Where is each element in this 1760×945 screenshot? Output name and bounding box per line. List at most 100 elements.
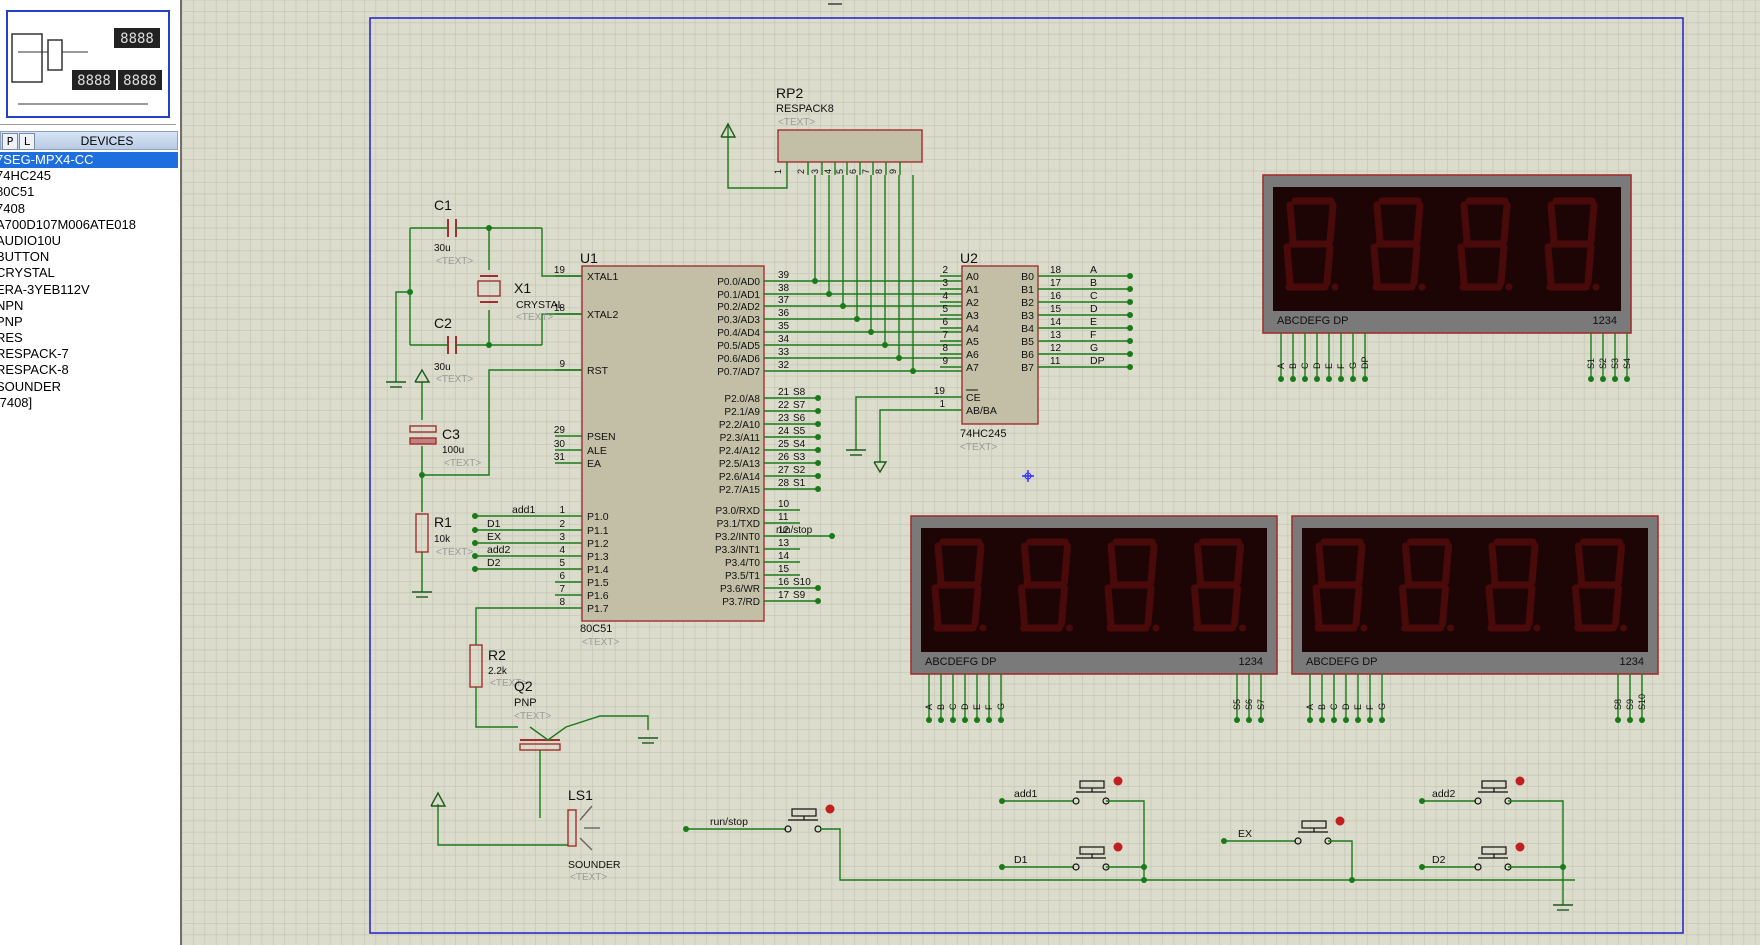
button-actuator[interactable] (1515, 776, 1525, 786)
u1-pin-name: P2.7/A15 (719, 485, 761, 496)
net-terminal (1362, 376, 1368, 382)
button-cap[interactable] (1079, 846, 1105, 855)
net-terminal (1127, 338, 1133, 344)
library-button[interactable]: L (19, 133, 35, 150)
device-list-item[interactable]: AUDIO10U (0, 233, 178, 249)
button-cap[interactable] (1481, 846, 1507, 855)
net-terminal (1234, 717, 1240, 723)
net-terminal (472, 540, 478, 546)
net-terminal (998, 717, 1004, 723)
u2-pin-number: 4 (942, 291, 948, 302)
device-list-item[interactable]: 74HC245 (0, 168, 178, 184)
u2-pin-number: 8 (942, 343, 948, 354)
q2-ref: Q2 (514, 678, 533, 694)
junction-dot (1141, 864, 1147, 870)
schematic-drawing[interactable]: RP2RESPACK8<TEXT>1 2 3 4 5 6 7 8 9U180C51<TEXT>1… (182, 0, 1760, 945)
overview-viewport[interactable]: 8888 8888 8888 (6, 10, 170, 118)
u2-pin-number: 7 (942, 330, 948, 341)
u1-pin-name: RST (587, 365, 609, 377)
net-terminal (1331, 717, 1337, 723)
device-list-item[interactable]: CRYSTAL (0, 265, 178, 281)
rp2-body[interactable] (777, 129, 923, 163)
junction-dot (1560, 864, 1566, 870)
display-segment (1500, 201, 1511, 245)
display-bottom-right-face (1302, 528, 1648, 652)
button-actuator[interactable] (1335, 816, 1345, 826)
pick-devices-button[interactable]: P (2, 133, 18, 150)
button-cap[interactable] (791, 808, 817, 817)
net-label: E (1090, 316, 1097, 328)
display-segment (1323, 243, 1334, 287)
net-terminal (1355, 717, 1361, 723)
u2-value: 74HC245 (960, 428, 1006, 440)
device-list-item[interactable]: A700D107M006ATE018 (0, 217, 178, 233)
button-actuator[interactable] (825, 804, 835, 814)
q2-body[interactable] (519, 743, 561, 751)
button-actuator[interactable] (1515, 842, 1525, 852)
net-terminal (1588, 376, 1594, 382)
device-list-item[interactable]: 7SEG-MPX4-CC (0, 152, 178, 169)
display-pin-label: S6 (1244, 699, 1254, 710)
device-list-item[interactable]: [7408] (0, 395, 178, 411)
device-list[interactable]: 7SEG-MPX4-CC74HC24580C517408A700D107M006… (0, 152, 178, 411)
device-list-item[interactable]: SOUNDER (0, 379, 178, 395)
net-label: S5 (793, 426, 806, 437)
net-terminal (815, 434, 821, 440)
net-terminal (815, 585, 821, 591)
schematic-canvas[interactable]: RP2 RESPACK8 <TEXT> 1 2 3 4 5 6 7 8 9 U1 80C51 <TEXT> 1… (182, 0, 1760, 945)
display-segment (1194, 542, 1204, 586)
net-terminal (999, 864, 1005, 870)
net-label: F (1090, 329, 1096, 341)
overview-window[interactable]: 8888 8888 8888 (0, 0, 176, 125)
net-terminal (1314, 376, 1320, 382)
display-segment (1497, 243, 1508, 287)
display-dp (1066, 624, 1073, 632)
x1-body[interactable] (477, 280, 501, 297)
u2-pin-number: 5 (942, 304, 948, 315)
u2-pin-name: A2 (966, 297, 979, 309)
button-actuator[interactable] (1113, 776, 1123, 786)
net-terminal (1127, 273, 1133, 279)
ls1-sound (579, 805, 593, 821)
u1-pin-name: P0.1/AD1 (717, 290, 760, 301)
r2-body[interactable] (469, 644, 483, 688)
u1-pin-number: 32 (778, 360, 790, 371)
net-terminal (815, 395, 821, 401)
u2-pin-name: A6 (966, 349, 979, 361)
u1-pin-name: P0.2/AD2 (717, 302, 760, 313)
net-terminal (472, 566, 478, 572)
display-segment (1061, 542, 1071, 586)
u1-pin-number: 38 (778, 283, 790, 294)
display-segment (1370, 243, 1381, 287)
display-segment (1373, 201, 1384, 245)
net-label: D2 (487, 557, 501, 569)
device-list-item[interactable]: PNP (0, 314, 178, 330)
display-segment (1525, 584, 1536, 628)
rp2-value: RESPACK8 (776, 103, 834, 115)
u2-pin-number: 3 (942, 278, 948, 289)
device-list-item[interactable]: RESPACK-7 (0, 346, 178, 362)
r1-body[interactable] (415, 513, 429, 553)
device-list-item[interactable]: RESPACK-8 (0, 362, 178, 378)
device-list-item[interactable]: BUTTON (0, 249, 178, 265)
device-list-item[interactable]: NPN (0, 298, 178, 314)
device-list-item[interactable]: 7408 (0, 201, 178, 217)
c3-plate[interactable] (409, 425, 437, 433)
u1-pin-name: P1.0 (587, 511, 609, 523)
net-label: S3 (793, 452, 806, 463)
button-return-wire (1328, 840, 1353, 880)
display-pin-label: G (996, 703, 1006, 710)
button-actuator[interactable] (1113, 842, 1123, 852)
display-dig-label: 1234 (1593, 315, 1617, 327)
rp2-pin-number: 9 (888, 169, 898, 174)
cursor-crosshair (1022, 470, 1034, 482)
u1-pin-name: P0.7/AD7 (717, 367, 760, 378)
u1-pin-name: P1.1 (587, 525, 609, 537)
device-list-item[interactable]: 80C51 (0, 184, 178, 200)
u1-pin-name: P3.1/TXD (717, 519, 760, 530)
u1-pin-name: P3.7/RD (722, 597, 760, 608)
u1-pin-number: 1 (559, 505, 565, 516)
device-list-item[interactable]: RES (0, 330, 178, 346)
net-terminal (962, 717, 968, 723)
device-list-item[interactable]: ERA-3YEB112V (0, 282, 178, 298)
